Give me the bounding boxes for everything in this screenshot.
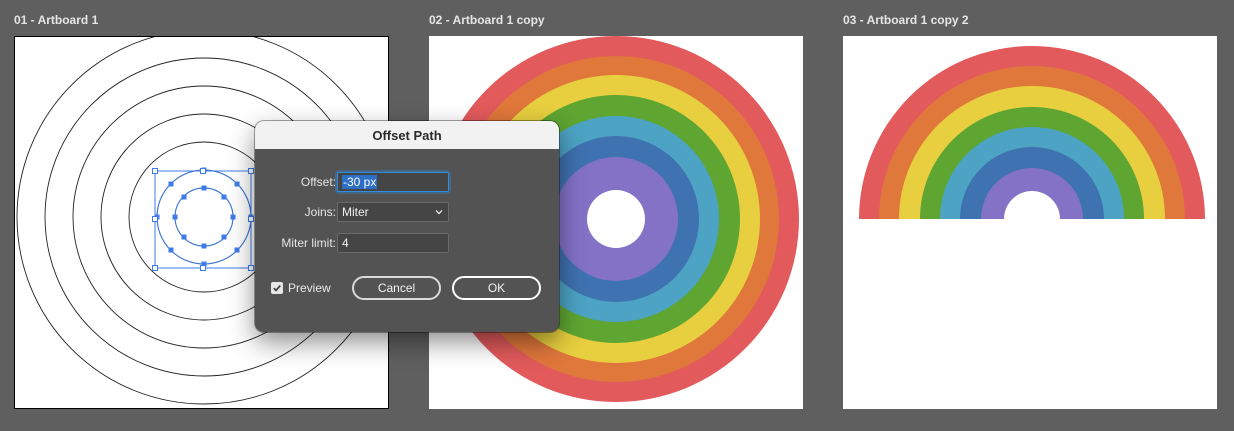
- ok-button[interactable]: OK: [452, 276, 541, 300]
- bounding-box-handle: [152, 216, 158, 222]
- anchor-point: [201, 243, 207, 249]
- cancel-button[interactable]: Cancel: [352, 276, 441, 300]
- half-rainbow-artwork[interactable]: [843, 36, 1217, 409]
- dialog-title: Offset Path: [372, 127, 442, 143]
- joins-label: Joins:: [304, 205, 336, 219]
- preview-checkbox[interactable]: [271, 282, 283, 294]
- preview-label[interactable]: Preview: [288, 281, 331, 295]
- anchor-point: [181, 194, 187, 200]
- miter-limit-row: Miter limit: 4: [255, 233, 559, 255]
- bounding-box-handle: [152, 168, 158, 174]
- anchor-point: [172, 214, 178, 220]
- bounding-box-handle: [248, 265, 254, 271]
- anchor-point: [234, 181, 240, 187]
- anchor-point: [168, 247, 174, 253]
- offset-path-dialog: Offset Path Offset: -30 px Joins: Miter …: [255, 121, 559, 332]
- artboard-3[interactable]: [843, 36, 1217, 409]
- offset-input[interactable]: -30 px: [337, 172, 449, 192]
- miter-limit-value: 4: [342, 236, 349, 250]
- checkmark-icon: [273, 285, 281, 292]
- miter-limit-label: Miter limit:: [281, 236, 336, 250]
- anchor-point: [234, 247, 240, 253]
- half-rainbow-center-hole: [1004, 191, 1060, 219]
- offset-row: Offset: -30 px: [255, 172, 559, 194]
- bounding-box-handle: [200, 265, 206, 271]
- joins-value: Miter: [342, 205, 369, 219]
- anchor-point: [168, 181, 174, 187]
- rainbow-center-hole: [587, 190, 645, 248]
- anchor-point: [201, 185, 207, 191]
- offset-label: Offset:: [300, 175, 336, 189]
- miter-limit-input[interactable]: 4: [337, 233, 449, 253]
- bounding-box-handle: [200, 168, 206, 174]
- dialog-titlebar[interactable]: Offset Path: [255, 121, 559, 149]
- artboard-1-label[interactable]: 01 - Artboard 1: [14, 13, 98, 27]
- joins-select[interactable]: Miter: [337, 202, 449, 222]
- offset-value: -30 px: [342, 175, 378, 189]
- artboard-3-label[interactable]: 03 - Artboard 1 copy 2: [843, 13, 969, 27]
- joins-row: Joins: Miter: [255, 202, 559, 224]
- anchor-point: [221, 234, 227, 240]
- chevron-down-icon: [435, 210, 443, 215]
- bounding-box-handle: [152, 265, 158, 271]
- artboard-2-label[interactable]: 02 - Artboard 1 copy: [429, 13, 545, 27]
- bounding-box-handle: [248, 216, 254, 222]
- anchor-point: [230, 214, 236, 220]
- bounding-box-handle: [248, 168, 254, 174]
- anchor-point: [181, 234, 187, 240]
- anchor-point: [221, 194, 227, 200]
